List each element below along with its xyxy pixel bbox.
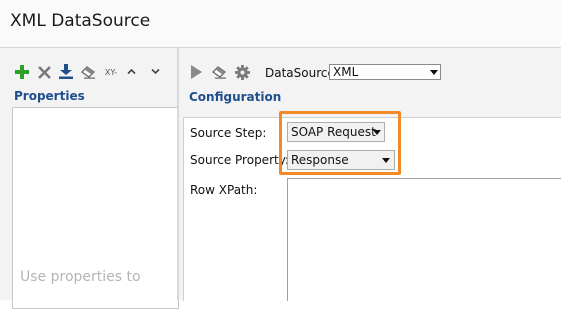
eraser-icon[interactable] xyxy=(211,64,227,80)
title-bar: XML DataSource xyxy=(0,0,561,47)
datasource-select[interactable]: XML xyxy=(329,64,441,80)
gear-icon[interactable] xyxy=(234,64,250,80)
highlight-box xyxy=(279,111,401,175)
datasource-label: DataSource: xyxy=(265,66,339,80)
delete-icon[interactable] xyxy=(36,64,52,80)
source-property-label: Source Property: xyxy=(190,153,289,167)
chevron-up-icon[interactable] xyxy=(125,65,137,77)
properties-hint: Use properties to xyxy=(20,269,141,285)
eraser-icon[interactable] xyxy=(80,64,96,80)
chevron-down-icon xyxy=(430,70,438,75)
configuration-heading: Configuration xyxy=(189,90,282,104)
chevron-down-icon[interactable] xyxy=(149,65,161,77)
properties-heading: Properties xyxy=(14,89,85,103)
row-xpath-editor[interactable] xyxy=(287,178,561,301)
window-title: XML DataSource xyxy=(10,11,151,31)
source-step-label: Source Step: xyxy=(190,126,267,140)
add-icon[interactable] xyxy=(14,64,30,80)
run-icon[interactable] xyxy=(188,64,204,80)
xy-icon[interactable]: XY- xyxy=(101,66,121,78)
row-xpath-label: Row XPath: xyxy=(190,183,258,197)
download-icon[interactable] xyxy=(58,63,74,79)
datasource-value: XML xyxy=(333,65,359,79)
